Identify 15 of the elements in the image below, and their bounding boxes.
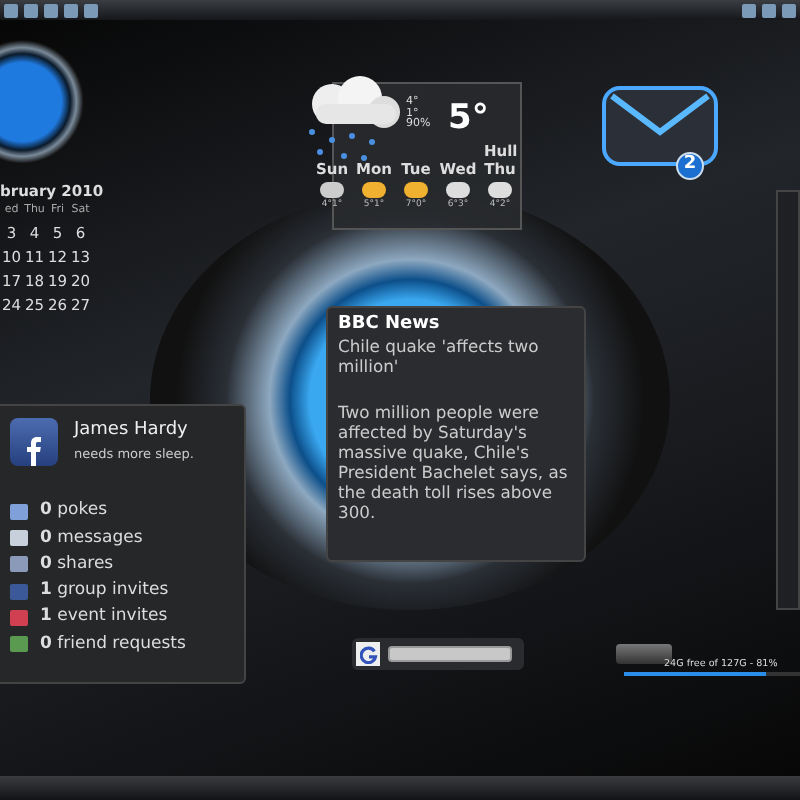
news-source: BBC News: [338, 314, 442, 336]
notification-text[interactable]: 1 event invites: [40, 604, 168, 631]
notification-text[interactable]: 0 friend requests: [40, 631, 186, 657]
search-field[interactable]: [388, 646, 512, 662]
current-temperature: 5°: [448, 96, 489, 142]
news-headline: Chile quake 'affects two million': [338, 335, 541, 376]
notification-text[interactable]: 0 messages: [40, 525, 143, 551]
mail-icon[interactable]: [600, 84, 720, 168]
news-summary: Two million people were affected by Saturday's massive quake, Chile's President Bachelet says, as the death toll rises above 300.: [338, 401, 570, 523]
search-logo-icon: [356, 642, 380, 666]
notification-text[interactable]: 0 pokes: [40, 498, 107, 525]
notification-text[interactable]: 1 group invites: [40, 578, 169, 604]
facebook-logo-icon: [10, 418, 58, 466]
profile-name: James Hardy: [74, 418, 190, 444]
notification-text[interactable]: 0 shares: [40, 551, 114, 578]
